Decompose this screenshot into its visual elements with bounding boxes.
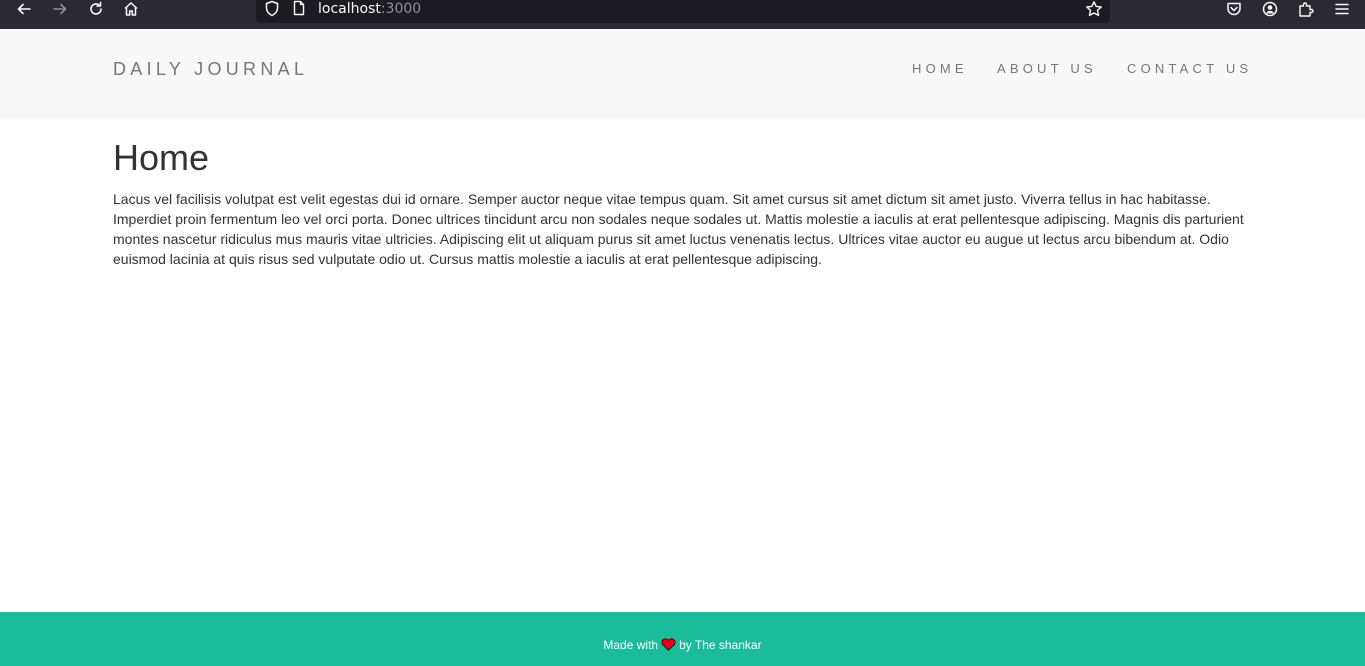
- account-icon: [1262, 1, 1278, 17]
- nav-link-contact-us[interactable]: CONTACT US: [1127, 62, 1252, 76]
- site-header: DAILY JOURNAL HOME ABOUT US CONTACT US: [0, 29, 1365, 119]
- home-button[interactable]: [119, 0, 143, 18]
- pocket-button[interactable]: [1222, 0, 1246, 18]
- page-icon: [293, 0, 305, 16]
- reload-icon: [90, 1, 102, 15]
- page-body-text: Lacus vel facilisis volutpat est velit e…: [113, 191, 1244, 267]
- footer-credit: Made with by The shankar: [0, 638, 1365, 652]
- back-button[interactable]: [12, 0, 36, 18]
- back-arrow-icon: [17, 3, 31, 15]
- reload-button[interactable]: [84, 0, 108, 18]
- nav-link-about-us[interactable]: ABOUT US: [997, 62, 1097, 76]
- extensions-button[interactable]: [1294, 0, 1318, 18]
- forward-arrow-icon: [53, 3, 67, 15]
- forward-button[interactable]: [48, 0, 72, 18]
- account-button[interactable]: [1258, 0, 1282, 18]
- page-title: Home: [113, 137, 210, 178]
- site-footer: Made with by The shankar: [0, 612, 1365, 666]
- app-menu-button[interactable]: [1330, 0, 1354, 18]
- star-icon[interactable]: [1085, 0, 1103, 18]
- address-bar[interactable]: localhost:3000: [256, 0, 1110, 23]
- pocket-icon: [1227, 2, 1241, 16]
- shield-icon[interactable]: [264, 0, 280, 17]
- footer-made-with: Made with: [603, 638, 659, 652]
- extensions-icon: [1299, 2, 1314, 17]
- home-icon: [124, 2, 138, 16]
- browser-toolbar: localhost:3000: [0, 0, 1365, 29]
- nav-link-home[interactable]: HOME: [912, 62, 968, 76]
- site-brand[interactable]: DAILY JOURNAL: [113, 59, 308, 79]
- heart-icon: [661, 638, 676, 651]
- url-port: :3000: [380, 1, 422, 17]
- footer-author: by The shankar: [679, 638, 762, 652]
- url-host: localhost: [318, 1, 381, 17]
- menu-icon: [1335, 3, 1349, 15]
- url-text[interactable]: localhost:3000: [318, 1, 421, 17]
